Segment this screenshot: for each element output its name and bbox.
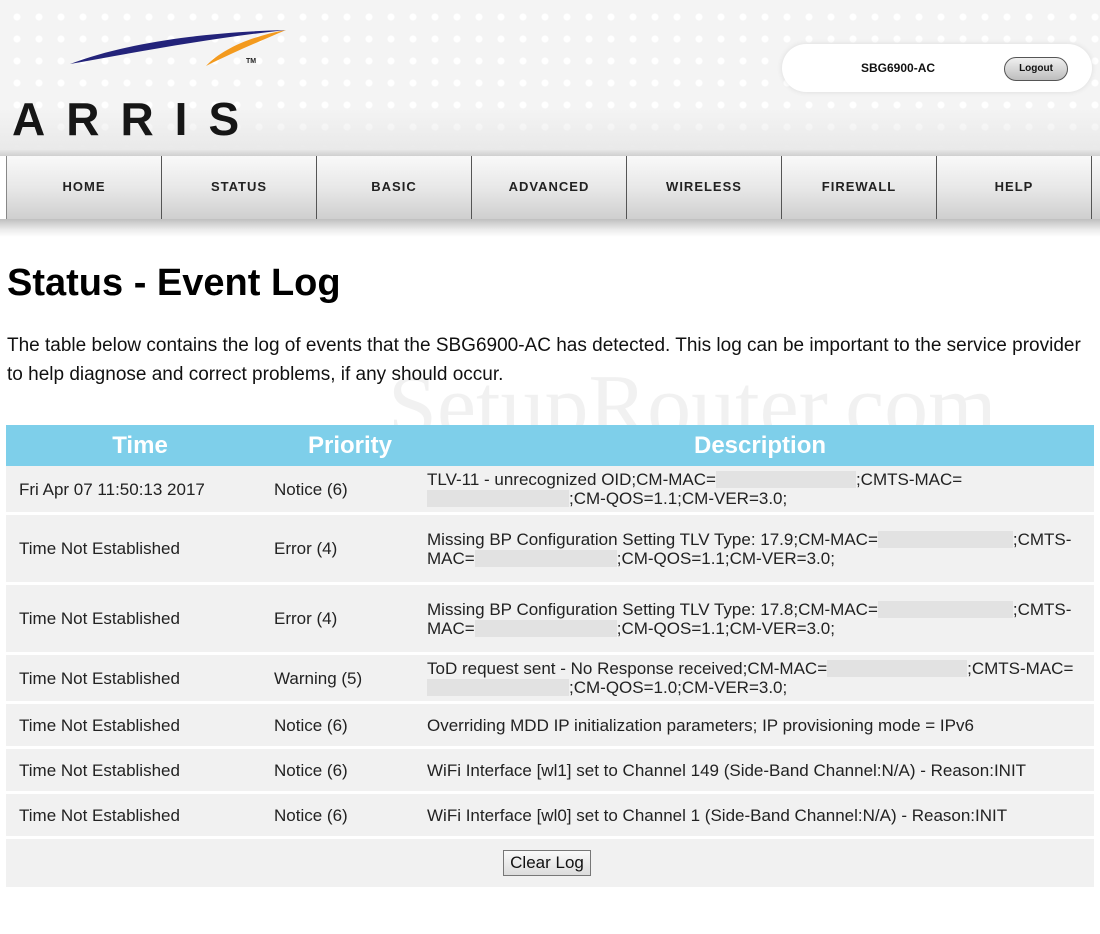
cell-description: TLV-11 - unrecognized OID;CM-MAC= ;CMTS-M… — [426, 466, 1094, 515]
cell-time: Time Not Established — [6, 749, 274, 794]
redacted-mac — [715, 471, 856, 488]
table-row: Time Not Established Notice (6) Overridi… — [6, 704, 1094, 749]
logo-text: ARRIS — [12, 93, 261, 145]
cell-priority: Warning (5) — [274, 655, 426, 704]
description-text: ToD request sent - No Response received;… — [427, 659, 828, 678]
cell-time: Fri Apr 07 11:50:13 2017 — [6, 466, 274, 515]
cell-description: Missing BP Configuration Setting TLV Typ… — [426, 515, 1094, 585]
redacted-mac — [877, 600, 1013, 618]
logout-button[interactable]: Logout — [1004, 57, 1068, 81]
column-header-priority: Priority — [274, 425, 426, 466]
cell-time: Time Not Established — [6, 794, 274, 839]
header: TM ARRIS SBG6900-AC Logout — [0, 0, 1100, 150]
cell-time: Time Not Established — [6, 585, 274, 655]
nav-item-advanced[interactable]: ADVANCED — [472, 156, 627, 219]
footer-cell: Clear Log — [6, 839, 1094, 890]
intro-text: The table below contains the log of even… — [7, 335, 1081, 385]
arris-logo: TM ARRIS — [8, 24, 298, 142]
redacted-mac — [427, 490, 569, 507]
description-text: ;CM-QOS=1.1;CM-VER=3.0; — [616, 618, 835, 638]
table-row: Time Not Established Notice (6) WiFi Int… — [6, 794, 1094, 839]
table-row: Time Not Established Warning (5) ToD req… — [6, 655, 1094, 704]
table-row: Time Not Established Error (4) Missing B… — [6, 585, 1094, 655]
cell-description: WiFi Interface [wl1] set to Channel 149 … — [426, 749, 1094, 794]
cell-description: WiFi Interface [wl0] set to Channel 1 (S… — [426, 794, 1094, 839]
cell-priority: Notice (6) — [274, 704, 426, 749]
cell-time: Time Not Established — [6, 515, 274, 585]
event-log-table: Time Priority Description Fri Apr 07 11:… — [6, 425, 1094, 890]
nav-item-help[interactable]: HELP — [937, 156, 1092, 219]
table-header-row: Time Priority Description — [6, 425, 1094, 466]
description-text: ;CM-QOS=1.0;CM-VER=3.0; — [569, 678, 788, 697]
trademark-mark: TM — [246, 58, 257, 65]
cell-time: Time Not Established — [6, 655, 274, 704]
model-label: SBG6900-AC — [861, 61, 936, 75]
cell-description: Missing BP Configuration Setting TLV Typ… — [426, 585, 1094, 655]
cell-time: Time Not Established — [6, 704, 274, 749]
nav-item-basic[interactable]: BASIC — [317, 156, 472, 219]
cell-description: ToD request sent - No Response received;… — [426, 655, 1094, 704]
table-row: Time Not Established Notice (6) WiFi Int… — [6, 749, 1094, 794]
cell-priority: Notice (6) — [274, 794, 426, 839]
column-header-description: Description — [426, 425, 1094, 466]
clear-log-button[interactable]: Clear Log — [503, 850, 591, 876]
cell-priority: Error (4) — [274, 515, 426, 585]
table-row: Time Not Established Error (4) Missing B… — [6, 515, 1094, 585]
nav-shadow — [0, 219, 1100, 237]
cell-priority: Notice (6) — [274, 466, 426, 515]
table-row: Fri Apr 07 11:50:13 2017 Notice (6) TLV-… — [6, 466, 1094, 515]
cell-description: Overriding MDD IP initialization paramet… — [426, 704, 1094, 749]
user-panel: SBG6900-AC Logout — [782, 44, 1092, 92]
description-text: ;CMTS-MAC= — [855, 470, 963, 489]
cell-priority: Error (4) — [274, 585, 426, 655]
description-text: Missing BP Configuration Setting TLV Typ… — [427, 599, 878, 619]
nav-item-firewall[interactable]: FIREWALL — [782, 156, 937, 219]
description-text: ;CM-QOS=1.1;CM-VER=3.0; — [616, 548, 835, 568]
column-header-time: Time — [6, 425, 274, 466]
page-title: Status - Event Log — [7, 262, 341, 304]
redacted-mac — [427, 679, 569, 696]
description-text: Missing BP Configuration Setting TLV Typ… — [427, 529, 878, 549]
description-text: ;CMTS-MAC= — [967, 659, 1074, 678]
redacted-mac — [474, 619, 617, 637]
description-text: ;CM-QOS=1.1;CM-VER=3.0; — [569, 489, 788, 508]
nav-item-status[interactable]: STATUS — [162, 156, 317, 219]
nav-item-wireless[interactable]: WIRELESS — [627, 156, 782, 219]
redacted-mac — [474, 549, 617, 567]
main-nav: HOME STATUS BASIC ADVANCED WIRELESS FIRE… — [6, 156, 1100, 219]
nav-item-home[interactable]: HOME — [7, 156, 162, 219]
cell-priority: Notice (6) — [274, 749, 426, 794]
redacted-mac — [827, 660, 968, 677]
redacted-mac — [877, 530, 1013, 548]
description-text: TLV-11 - unrecognized OID;CM-MAC= — [427, 470, 716, 489]
table-footer-row: Clear Log — [6, 839, 1094, 890]
